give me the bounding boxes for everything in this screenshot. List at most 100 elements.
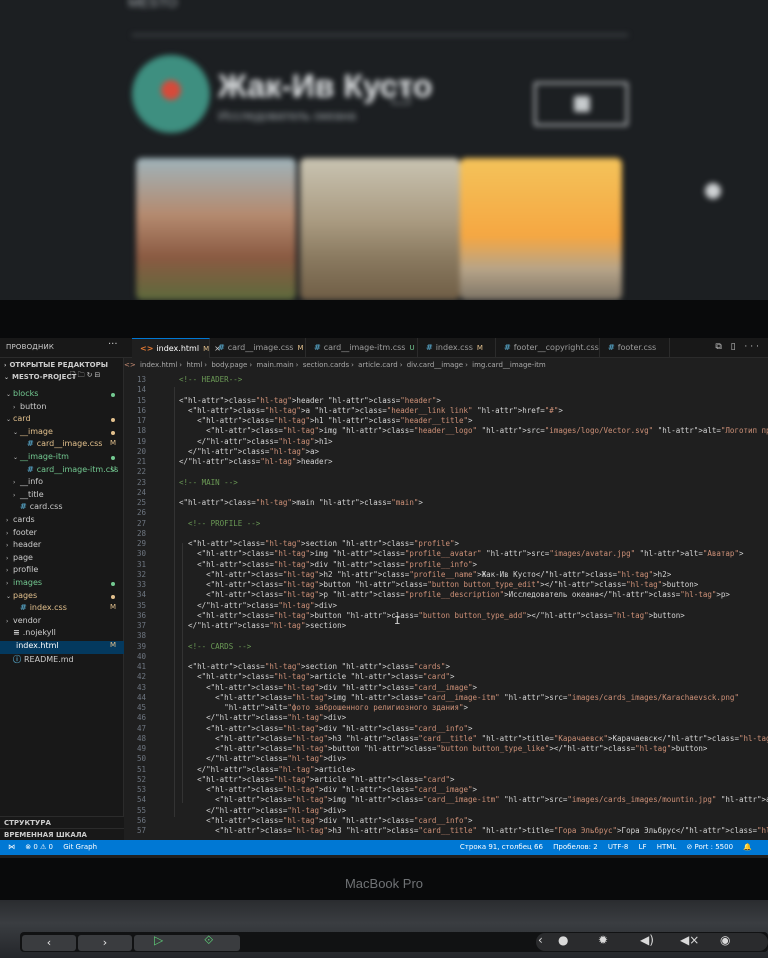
code-line[interactable]: <!-- PROFILE --> [170,519,260,528]
tree-item[interactable]: ⌄ __image-itm [0,452,124,465]
code-line[interactable]: <"hl-attr">class="hl-tag">button "hl-att… [170,580,698,589]
touchbar-run-controls[interactable] [134,935,240,951]
code-line[interactable]: <"hl-attr">class="hl-tag">h2 "hl-attr">c… [170,570,671,579]
code-line[interactable]: <"hl-attr">class="hl-tag">main "hl-attr"… [170,498,423,507]
breadcrumb-item[interactable]: img.card__image-itm [472,361,546,369]
code-line[interactable]: <!-- CARDS --> [170,642,251,651]
code-line[interactable]: <"hl-attr">class="hl-tag">img "hl-attr">… [170,426,768,435]
breadcrumb-item[interactable]: section.cards [303,361,349,369]
notifications-icon[interactable]: 🔔 [743,843,752,851]
debug-icon[interactable]: ⟐ [204,933,213,948]
outline-panel-header[interactable]: СТРУКТУРА [0,816,124,828]
tree-item[interactable]: ⌄ blocks [0,389,124,402]
touchbar-forward-icon[interactable]: › [78,935,132,951]
tree-item[interactable]: › cards [0,515,124,528]
open-editors-header[interactable]: › ОТКРЫТЫЕ РЕДАКТОРЫ [0,359,124,371]
live-server-port[interactable]: ⊘ Port : 5500 [686,843,733,851]
code-line[interactable]: </"hl-attr">class="hl-tag">div> [170,754,346,763]
code-line[interactable]: <"hl-attr">class="hl-tag">div "hl-attr">… [170,724,472,733]
tree-item[interactable]: ⌄ __image [0,427,124,440]
code-line[interactable]: <"hl-attr">class="hl-tag">div "hl-attr">… [170,683,477,692]
tab-footer-copyright-css[interactable]: # footer__copyright.css [496,338,600,358]
mute-icon[interactable]: ◀× [680,933,699,947]
code-line[interactable]: <"hl-attr">class="hl-tag">h3 "hl-attr">c… [170,826,768,835]
code-line[interactable]: <!-- HEADER--> [170,375,242,384]
code-line[interactable]: </"hl-attr">class="hl-tag">div> [170,806,346,815]
indentation[interactable]: Пробелов: 2 [553,843,598,851]
code-line[interactable]: <"hl-attr">class="hl-tag">h1 "hl-attr">c… [170,416,472,425]
editor-actions[interactable]: ⧉ ▯ ··· [715,342,762,352]
git-graph-button[interactable]: Git Graph [63,843,97,851]
breadcrumb-item[interactable]: div.card__image [407,361,463,369]
code-line[interactable]: <"hl-attr">class="hl-tag">div "hl-attr">… [170,816,472,825]
tree-item[interactable]: # index.css M [0,603,124,616]
siri-color-icon[interactable]: ◉ [720,933,730,947]
code-line[interactable]: <"hl-attr">class="hl-tag">article "hl-at… [170,775,454,784]
volume-icon[interactable]: ◀) [640,933,654,947]
code-line[interactable]: <"hl-attr">class="hl-tag">article "hl-at… [170,672,454,681]
code-line[interactable]: <"hl-attr">class="hl-tag">div "hl-attr">… [170,560,477,569]
tree-item[interactable]: › profile [0,565,124,578]
siri-icon[interactable]: ● [558,933,568,947]
tree-item[interactable]: ⌄ pages [0,591,124,604]
code-line[interactable]: <"hl-attr">class="hl-tag">section "hl-at… [170,662,450,671]
touchbar-back-icon[interactable]: ‹ [22,935,76,951]
breadcrumb-item[interactable]: html [186,361,202,369]
code-line[interactable]: <"hl-attr">class="hl-tag">h3 "hl-attr">c… [170,734,768,743]
tab-card-image-itm-css[interactable]: # card__image-itm.css U [306,338,418,358]
tree-item[interactable]: › __info [0,477,124,490]
tree-item[interactable]: ⌄ card [0,414,124,427]
tree-item[interactable]: › images [0,578,124,591]
tree-item[interactable]: # card.css [0,502,124,515]
code-line[interactable]: </"hl-attr">class="hl-tag">div> [170,601,337,610]
code-line[interactable]: </"hl-attr">class="hl-tag">h1> [170,437,332,446]
code-line[interactable]: <"hl-attr">class="hl-tag">img "hl-attr">… [170,693,739,702]
code-line[interactable]: <"hl-attr">class="hl-tag">button "hl-att… [170,744,707,753]
run-icon[interactable]: ▷ [154,933,163,947]
tab-index-html[interactable]: <> index.html M × [132,338,221,358]
language-mode[interactable]: HTML [657,843,676,851]
code-line[interactable]: </"hl-attr">class="hl-tag">section> [170,621,346,630]
timeline-panel-header[interactable]: ВРЕМЕННАЯ ШКАЛА [0,828,124,840]
problems-indicator[interactable]: ⊗ 0 ⚠ 0 [25,843,53,851]
brightness-icon[interactable]: ✹ [598,933,608,947]
tree-item[interactable]: › vendor [0,616,124,629]
tree-item[interactable]: # card__image-itm.css U [0,465,124,478]
tree-item[interactable]: › __title [0,490,124,503]
code-line[interactable]: </"hl-attr">class="hl-tag">div> [170,713,346,722]
tree-item[interactable]: index.html M [0,641,124,654]
encoding[interactable]: UTF-8 [608,843,628,851]
breadcrumb-item[interactable]: article.card [358,361,398,369]
code-line[interactable]: <!-- MAIN --> [170,478,238,487]
project-header[interactable]: ⌄ MESTO-PROJECT [0,371,124,383]
collapse-icon[interactable]: ‹ [538,933,543,947]
tab-index-css[interactable]: # index.css M [418,338,496,358]
tree-item[interactable]: ≡ .nojekyll [0,628,124,641]
code-line[interactable]: </"hl-attr">class="hl-tag">header> [170,457,333,466]
code-line[interactable]: <"hl-attr">class="hl-tag">img "hl-attr">… [170,795,768,804]
tree-item[interactable]: ⓘ README.md [0,654,124,667]
breadcrumb-item[interactable]: body.page [211,361,247,369]
code-line[interactable]: <"hl-attr">class="hl-tag">a "hl-attr">cl… [170,406,563,415]
breadcrumb-item[interactable]: main.main [256,361,293,369]
code-line[interactable]: <"hl-attr">class="hl-tag">p "hl-attr">cl… [170,590,730,599]
tree-item[interactable]: › footer [0,528,124,541]
code-line[interactable]: <"hl-attr">class="hl-tag">section "hl-at… [170,539,459,548]
remote-icon[interactable]: ⋈ [8,843,15,851]
breadcrumb-item[interactable]: index.html [140,361,177,369]
code-line[interactable]: </"hl-attr">class="hl-tag">a> [170,447,319,456]
code-line[interactable]: <"hl-attr">class="hl-tag">button "hl-att… [170,611,685,620]
tree-item[interactable]: # card__image.css M [0,439,124,452]
code-editor[interactable]: 13 14 15 16 17 18 19 20 21 22 23 24 25 26 27 28 29 30 31 32… [124,372,768,840]
code-line[interactable]: "hl-attr">alt="фото заброшенного религио… [170,703,468,712]
tree-item[interactable]: › page [0,553,124,566]
tree-item[interactable]: › button [0,402,124,415]
code-line[interactable]: <"hl-attr">class="hl-tag">div "hl-attr">… [170,785,477,794]
end-of-line[interactable]: LF [639,843,647,851]
explorer-toolbar-icons[interactable]: 🗋🗀↻⊟ [70,371,102,382]
cursor-position[interactable]: Строка 91, столбец 66 [460,843,543,851]
tab-footer-css[interactable]: # footer.css [600,338,670,358]
code-line[interactable]: <"hl-attr">class="hl-tag">header "hl-att… [170,396,441,405]
tab-card-image-css[interactable]: # card__image.css M [210,338,306,358]
tree-item[interactable]: › header [0,540,124,553]
